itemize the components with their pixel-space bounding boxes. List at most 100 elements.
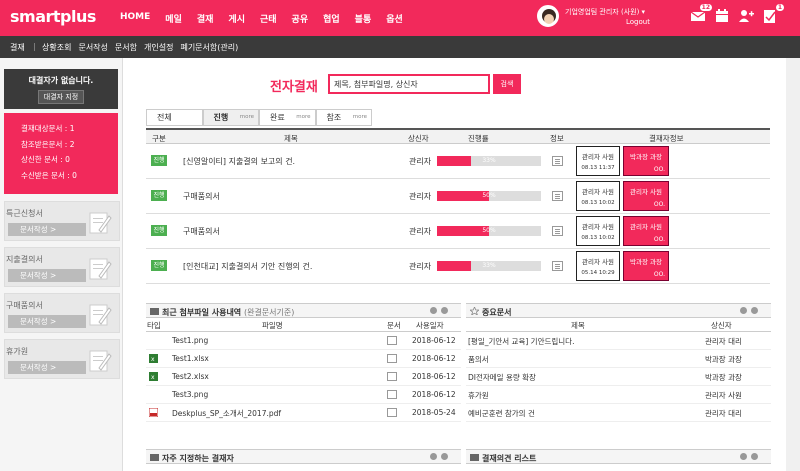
set-approver-button[interactable]: 대결자 지정	[37, 90, 85, 104]
document-subject[interactable]: [인천대교] 지출결의서 기안 진행의 건.	[183, 261, 312, 272]
approver-signed[interactable]: 관리자 사원 08.13 10:02	[576, 216, 620, 246]
nav-item[interactable]: 근태	[260, 12, 277, 25]
breadcrumb[interactable]: 결재	[10, 42, 25, 53]
subnav-item[interactable]: 문서작성	[78, 42, 107, 53]
document-info-icon[interactable]	[552, 261, 563, 271]
file-row[interactable]: x Test1.xlsx 2018-06-12	[146, 350, 461, 368]
avatar[interactable]	[537, 5, 559, 27]
table-row[interactable]: 진행 구매품의서 관리자 50% 관리자 사원 08.13 10:02 관리자 사원 OO.	[146, 179, 770, 214]
write-document-button[interactable]: 문서작성 >	[8, 223, 86, 236]
write-document-button[interactable]: 문서작성 >	[8, 361, 86, 374]
file-row[interactable]: Test1.png 2018-06-12	[146, 332, 461, 350]
stat-item[interactable]: 상신한 문서 : 0	[21, 152, 118, 168]
nav-item[interactable]: 결재	[197, 12, 214, 25]
calendar-icon[interactable]	[714, 8, 730, 24]
document-icon[interactable]	[387, 336, 397, 345]
approval-icon[interactable]: 1	[762, 4, 784, 24]
approver-signed[interactable]: 관리자 사원 05.14 10:29	[576, 251, 620, 281]
page-title: 전자결재	[270, 80, 318, 95]
approver-pending[interactable]: 박과장 과장 OO.	[623, 251, 669, 281]
brand-logo[interactable]: smartplus	[10, 7, 96, 26]
document-subject[interactable]: 구매품의서	[183, 226, 220, 237]
next-arrow-icon[interactable]	[441, 307, 448, 314]
logout-link[interactable]: Logout	[626, 17, 650, 27]
important-title[interactable]: 휴가원	[468, 390, 489, 401]
nav-item[interactable]: 공유	[292, 12, 309, 25]
search-input[interactable]: 제목, 첨부파일명, 상신자	[328, 74, 490, 94]
nav-item[interactable]: 협업	[323, 12, 340, 25]
subnav-item[interactable]: 문서함	[115, 42, 137, 53]
approver-pending[interactable]: 관리자 사원 OO.	[623, 216, 669, 246]
important-row[interactable]: 휴가원 관리자 사원	[466, 386, 771, 404]
important-row[interactable]: [평일_기안서 교육] 기안드립니다. 관리자 대리	[466, 332, 771, 350]
important-row[interactable]: DI전자메일 용량 확장 박과장 과장	[466, 368, 771, 386]
document-icon[interactable]	[387, 354, 397, 363]
document-subject[interactable]: [신영알이티] 지출결의 보고의 건.	[183, 156, 295, 167]
tab-more-link[interactable]: more	[296, 110, 310, 125]
prev-arrow-icon[interactable]	[430, 307, 437, 314]
write-document-button[interactable]: 문서작성 >	[8, 315, 86, 328]
form-name: 휴가원	[6, 347, 29, 356]
prev-arrow-icon[interactable]	[740, 453, 747, 460]
prev-arrow-icon[interactable]	[430, 453, 437, 460]
document-info-icon[interactable]	[552, 156, 563, 166]
nav-item[interactable]: 옵션	[386, 12, 403, 25]
important-title[interactable]: 예비군훈련 참가의 건	[468, 408, 535, 419]
tab-more-link[interactable]: more	[353, 110, 367, 125]
table-row[interactable]: 진행 [인천대교] 지출결의서 기안 진행의 건. 관리자 33% 관리자 사원 05.1…	[146, 249, 770, 284]
stat-item[interactable]: 결재대상문서 : 1	[21, 121, 118, 137]
tab-2[interactable]: 완료 more	[259, 109, 316, 126]
document-subject[interactable]: 구매품의서	[183, 191, 220, 202]
approver-pending[interactable]: 관리자 사원 OO.	[623, 181, 669, 211]
nav-item[interactable]: 메일	[165, 12, 182, 25]
document-info-icon[interactable]	[552, 226, 563, 236]
document-icon[interactable]	[387, 408, 397, 417]
subnav-item[interactable]: 개인설정	[144, 42, 173, 53]
stat-item[interactable]: 수신받은 문서 : 0	[21, 168, 118, 184]
document-info-icon[interactable]	[552, 191, 563, 201]
nav-item[interactable]: HOME	[120, 12, 150, 25]
document-icon[interactable]	[387, 372, 397, 381]
nav-item[interactable]: 블통	[355, 12, 372, 25]
progress-percent: 33%	[482, 262, 496, 269]
subnav-item[interactable]: 상황조회	[42, 42, 71, 53]
search-button[interactable]: 검색	[493, 74, 521, 94]
important-title[interactable]: DI전자메일 용량 확장	[468, 372, 536, 383]
mail-icon[interactable]: 12	[690, 4, 712, 24]
file-row[interactable]: Test3.png 2018-06-12	[146, 386, 461, 404]
next-arrow-icon[interactable]	[751, 307, 758, 314]
table-row[interactable]: 진행 구매품의서 관리자 50% 관리자 사원 08.13 10:02 관리자 사원 OO.	[146, 214, 770, 249]
file-row[interactable]: Deskplus_SP_소개서_2017.pdf 2018-05-24	[146, 404, 461, 422]
tab-more-link[interactable]: more	[240, 110, 254, 125]
file-name[interactable]: Test2.xlsx	[172, 372, 209, 381]
file-name[interactable]: Deskplus_SP_소개서_2017.pdf	[172, 408, 281, 419]
add-user-icon[interactable]	[738, 8, 754, 24]
tab-3[interactable]: 참조 more	[315, 109, 372, 126]
tab-0[interactable]: 전체	[146, 109, 203, 126]
important-drafter: 박과장 과장	[705, 355, 742, 364]
important-title[interactable]: [평일_기안서 교육] 기안드립니다.	[468, 336, 574, 347]
prev-arrow-icon[interactable]	[740, 307, 747, 314]
file-name[interactable]: Test1.xlsx	[172, 354, 209, 363]
file-name[interactable]: Test3.png	[172, 390, 208, 399]
scrollbar[interactable]	[786, 58, 800, 471]
approver-signed[interactable]: 관리자 사원 08.13 11:37	[576, 146, 620, 176]
status-badge: 진행	[151, 155, 167, 166]
file-name[interactable]: Test1.png	[172, 336, 208, 345]
tab-1[interactable]: 진행 more	[202, 109, 259, 126]
subnav-item[interactable]: 폐기문서함(관리)	[180, 42, 238, 53]
file-row[interactable]: x Test2.xlsx 2018-06-12	[146, 368, 461, 386]
important-row[interactable]: 품의서 박과장 과장	[466, 350, 771, 368]
next-arrow-icon[interactable]	[751, 453, 758, 460]
important-title[interactable]: 품의서	[468, 354, 489, 365]
document-icon[interactable]	[387, 390, 397, 399]
nav-item[interactable]: 게시	[228, 12, 245, 25]
stat-item[interactable]: 참조받은문서 : 2	[21, 137, 118, 153]
approver-pending[interactable]: 박과장 과장 OO.	[623, 146, 669, 176]
next-arrow-icon[interactable]	[441, 453, 448, 460]
write-document-button[interactable]: 문서작성 >	[8, 269, 86, 282]
table-row[interactable]: 진행 [신영알이티] 지출결의 보고의 건. 관리자 33% 관리자 사원 08.13 1…	[146, 144, 770, 179]
user-name[interactable]: 기업영업팀 관리자 (사원)	[565, 8, 639, 16]
approver-signed[interactable]: 관리자 사원 08.13 10:02	[576, 181, 620, 211]
important-row[interactable]: 예비군훈련 참가의 건 관리자 대리	[466, 404, 771, 422]
